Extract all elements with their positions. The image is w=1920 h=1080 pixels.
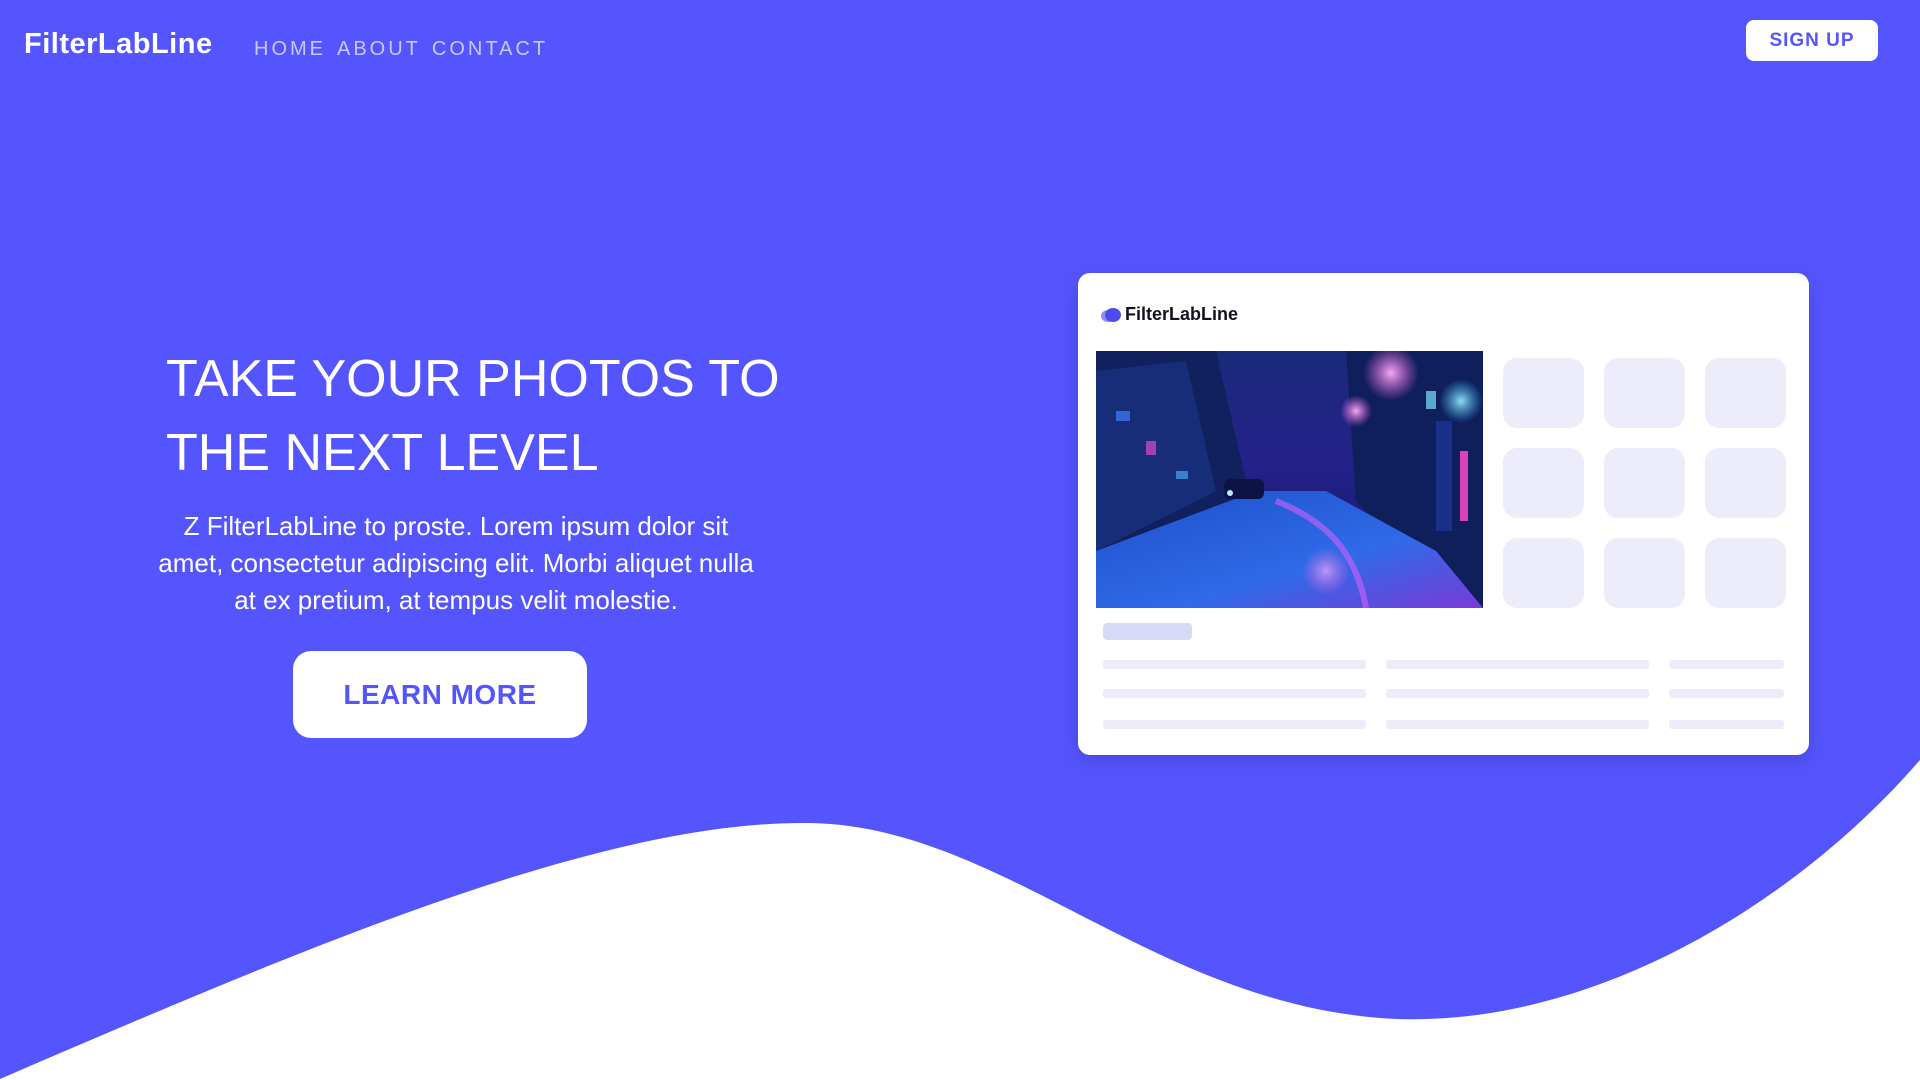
app-mockup-card: FilterLabLine (1078, 273, 1809, 755)
nav-about[interactable]: ABOUT (337, 38, 421, 61)
skeleton-line (1386, 720, 1649, 729)
filter-tile[interactable] (1503, 448, 1584, 518)
filter-tile[interactable] (1604, 358, 1685, 428)
skeleton-line (1669, 720, 1784, 729)
skeleton-line (1386, 660, 1649, 669)
wave-shape (0, 760, 1920, 1080)
mockup-logo: FilterLabLine (1100, 304, 1238, 325)
skeleton-line (1386, 689, 1649, 698)
filter-tile[interactable] (1503, 358, 1584, 428)
site-logo[interactable]: FilterLabLine (24, 28, 213, 61)
night-street-photo (1096, 351, 1483, 608)
main-nav: HOME ABOUT CONTACT (254, 38, 548, 61)
skeleton-line (1103, 720, 1366, 729)
filter-tile[interactable] (1503, 538, 1584, 608)
filter-tile[interactable] (1604, 538, 1685, 608)
skeleton-line (1103, 660, 1366, 669)
landing-page: FilterLabLine HOME ABOUT CONTACT SIGN UP… (0, 0, 1920, 1080)
filter-tile[interactable] (1705, 358, 1786, 428)
skeleton-line (1669, 689, 1784, 698)
skeleton-line (1669, 660, 1784, 669)
mockup-brand: FilterLabLine (1125, 304, 1239, 324)
cloud-icon (1101, 307, 1121, 322)
nav-contact[interactable]: CONTACT (432, 38, 548, 61)
nav-home[interactable]: HOME (254, 38, 326, 61)
skeleton-heading (1103, 623, 1192, 640)
filter-tile[interactable] (1705, 538, 1786, 608)
filter-tile[interactable] (1604, 448, 1685, 518)
hero-description: Z FilterLabLine to proste. Lorem ipsum d… (158, 511, 754, 615)
learn-more-button[interactable]: LEARN MORE (293, 651, 587, 738)
sign-up-button[interactable]: SIGN UP (1746, 20, 1878, 61)
hero-title: TAKE YOUR PHOTOS TO THE NEXT LEVEL (166, 350, 780, 482)
skeleton-line (1103, 689, 1366, 698)
filter-tile[interactable] (1705, 448, 1786, 518)
